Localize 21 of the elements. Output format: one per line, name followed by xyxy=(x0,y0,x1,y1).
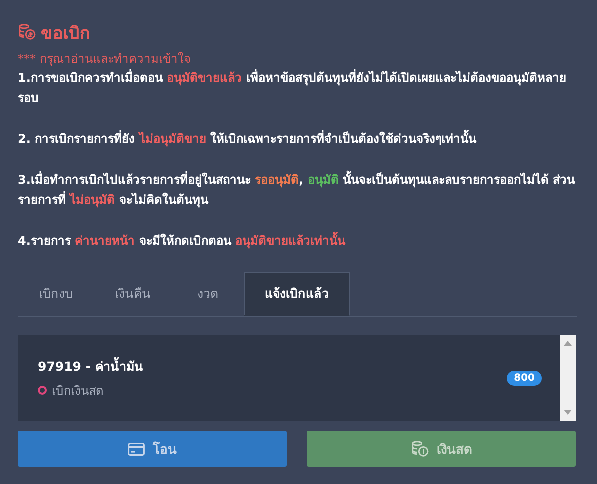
instruction-text: 1.การขอเบิกควรทำเมื่อตอน อนุมัติขายแล้ว เพื่อหาข้อสรุปต้นทุนที่ยังไม่ได้เปิดเผยและไม่ต้องขออนุมัติหลายรอบ xyxy=(18,68,568,107)
cash-button[interactable]: เงินสด xyxy=(307,431,576,467)
scroll-down-icon[interactable] xyxy=(564,410,572,415)
scrollbar[interactable] xyxy=(560,335,576,421)
item-title: 97919 - ค่าน้ำมัน xyxy=(38,356,144,376)
tab[interactable]: งวด xyxy=(172,272,244,316)
page-title: ขอเบิก xyxy=(41,22,90,46)
coins-icon xyxy=(411,441,429,457)
transfer-button[interactable]: โอน xyxy=(18,431,287,467)
notice-text: *** กรุณาอ่านและทำความเข้าใจ xyxy=(18,51,192,68)
credit-card-icon xyxy=(128,442,145,456)
instruction-text: 3.เมื่อทำการเบิกไปแล้วรายการที่อยู่ในสถานะ รออนุมัติ, อนุมัติ นั้นจะเป็นต้นทุนและลบรายการออกไม่ได้ ส่วนรายการที่ ไม่อนุมัติ จะไม่คิดในต้นทุน xyxy=(18,170,577,210)
status-text: เบิกเงินสด xyxy=(52,382,104,400)
instruction-text: 2. การเบิกรายการที่ยัง ไม่อนุมัติขาย ให้เบิกเฉพาะรายการที่จำเป็นต้องใช้ด่วนจริงๆเท่านั้น xyxy=(18,129,577,149)
scroll-up-icon[interactable] xyxy=(564,341,572,346)
tab[interactable]: เงินคืน xyxy=(94,272,172,316)
amount-badge: 800 xyxy=(507,370,542,386)
tab[interactable]: แจ้งเบิกแล้ว xyxy=(244,272,350,316)
coins-icon xyxy=(18,24,36,40)
tab[interactable]: เบิกงบ xyxy=(18,272,94,316)
instruction-text: 4.รายการ ค่านายหน้า จะมีให้กดเบิกตอน อนุมัติขายแล้วเท่านั้น xyxy=(18,231,577,251)
